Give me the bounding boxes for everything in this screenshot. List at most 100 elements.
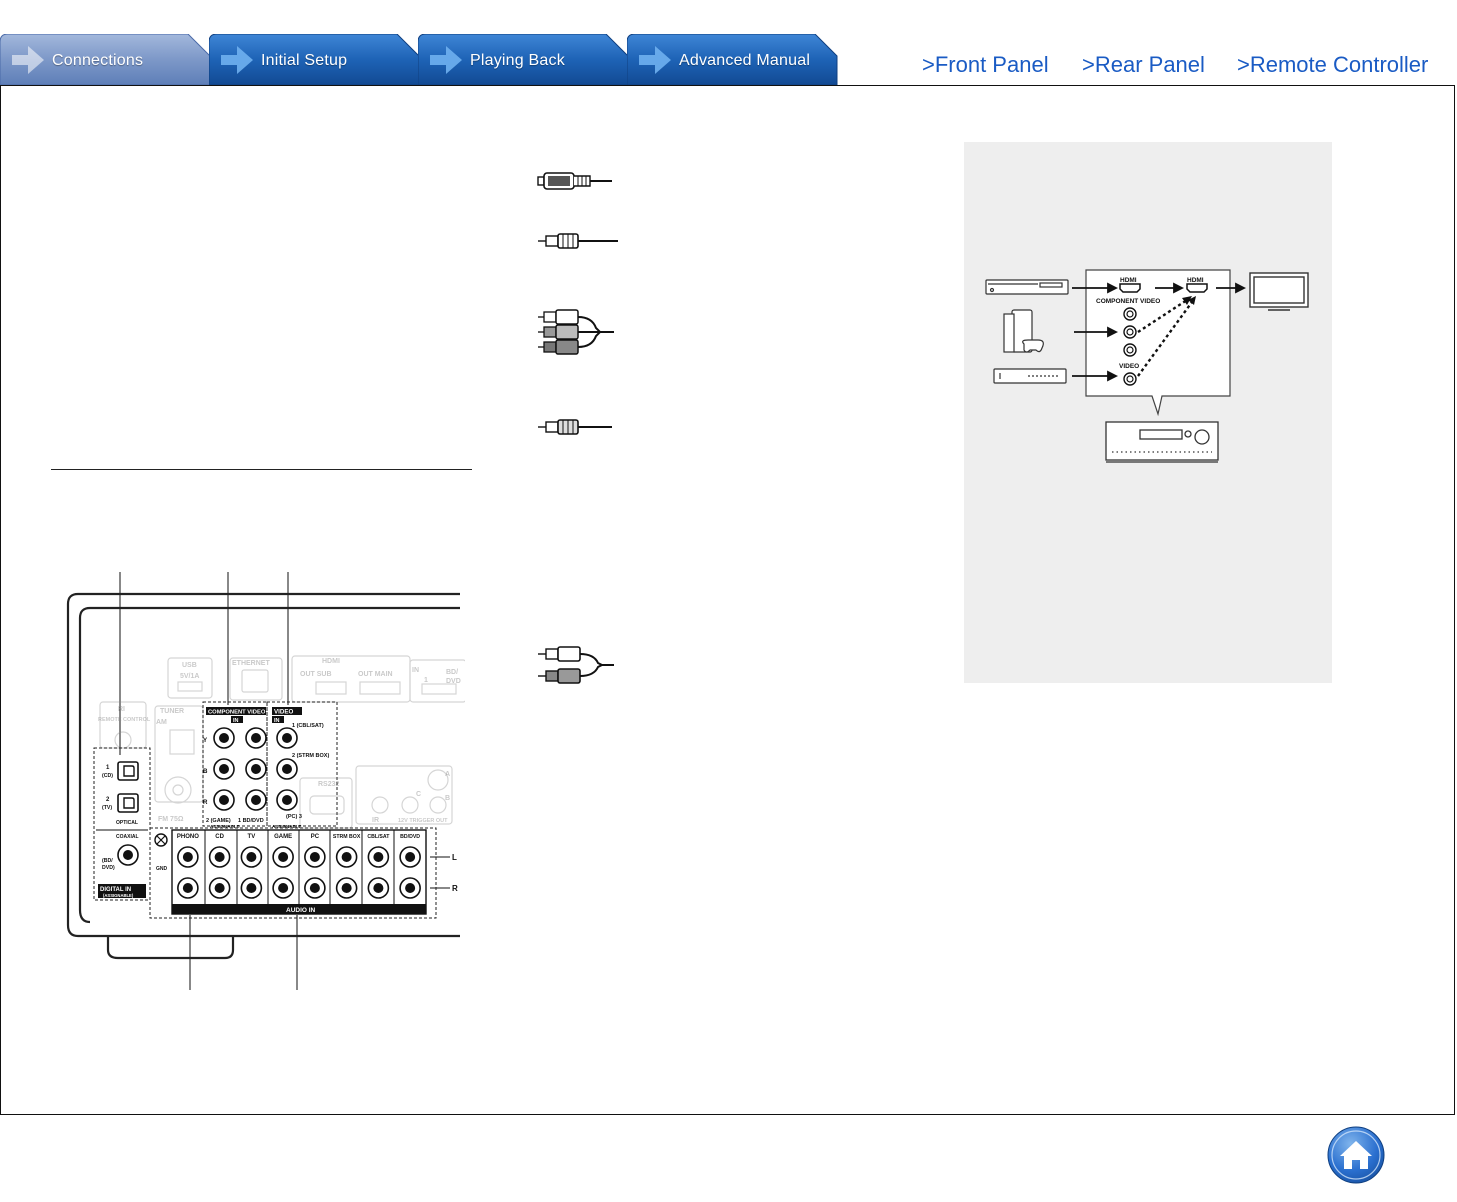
digital-2-label: 2 xyxy=(106,797,110,803)
audio-in-column-label: PHONO xyxy=(177,834,199,840)
digital-1-sub-label: (CD) xyxy=(102,773,113,779)
am-label: AM xyxy=(156,719,167,726)
audio-jack-center xyxy=(405,852,416,862)
rear-panel-link[interactable]: >Rear Panel xyxy=(1082,52,1205,78)
gnd-label: GND xyxy=(156,866,168,872)
audio-jack-center xyxy=(182,883,193,893)
remote-controller-link[interactable]: >Remote Controller xyxy=(1237,52,1428,78)
audio-jack-center xyxy=(341,883,352,893)
component-in-label: IN xyxy=(233,718,239,724)
tab-label: Connections xyxy=(52,52,144,69)
tab-connections[interactable]: Connections xyxy=(0,34,210,85)
hdmi-out-sub-label: OUT SUB xyxy=(300,671,332,678)
hdmi-output-label: HDMI xyxy=(1187,277,1204,284)
rs232-label: RS232 xyxy=(318,781,340,788)
tab-label: Advanced Manual xyxy=(679,52,811,69)
av-receiver-icon xyxy=(1105,421,1219,463)
video-label: VIDEO xyxy=(274,709,293,716)
hdmi-out-main-label: OUT MAIN xyxy=(358,671,393,678)
audio-jack-center xyxy=(278,883,289,893)
tab-advanced-manual[interactable]: Advanced Manual xyxy=(627,34,838,85)
zone-c-label: C xyxy=(416,791,421,798)
analog-audio-cable-icon xyxy=(538,646,614,684)
remote-control-label: REMOTE CONTROL xyxy=(98,717,151,723)
video-cable-icon xyxy=(538,419,612,435)
tv-icon xyxy=(1249,272,1309,311)
trigger-label: 12V TRIGGER OUT xyxy=(398,818,448,824)
audio-jack-center xyxy=(309,852,320,862)
audio-jack-center xyxy=(246,852,257,862)
audio-jack-center xyxy=(182,852,193,862)
section-divider xyxy=(51,469,472,470)
fm-label: FM 75Ω xyxy=(158,816,184,823)
audio-in-column-label: TV xyxy=(248,834,256,840)
tab-initial-setup[interactable]: Initial Setup xyxy=(209,34,419,85)
component-pr-label: R xyxy=(203,799,208,806)
audio-jack-center xyxy=(373,852,384,862)
tab-label: Playing Back xyxy=(470,52,565,69)
set-top-box-icon xyxy=(993,368,1067,384)
component-pb-label: B xyxy=(203,768,208,775)
hdmi-bd-label: BD/ xyxy=(446,669,458,676)
audio-jack-center xyxy=(214,883,225,893)
hdmi-input-label: HDMI xyxy=(1120,277,1137,284)
arrow-right-icon xyxy=(12,46,44,74)
arrow-right-icon xyxy=(221,46,253,74)
zone-a-label: A xyxy=(445,771,450,778)
tab-bar: Connections Initial Setup Playing Back A… xyxy=(0,34,840,85)
zone-b-label: B xyxy=(445,795,450,802)
usb-label: USB xyxy=(182,662,197,669)
front-panel-link[interactable]: >Front Panel xyxy=(922,52,1049,78)
coax-sub2-label: DVD) xyxy=(102,865,115,871)
rear-panel-illustration: USB 5V/1A ETHERNET HDMI OUT SUB OUT MAIN… xyxy=(66,572,465,990)
digital-1-label: 1 xyxy=(106,765,110,771)
optical-label: OPTICAL xyxy=(116,820,138,826)
audio-in-column-label: CD xyxy=(215,834,224,840)
component-video-label: COMPONENT VIDEO xyxy=(208,710,266,716)
video-in-label: IN xyxy=(274,718,280,724)
component-assignable-label: ASSIGNABLE xyxy=(210,824,240,829)
digital-assignable-label: (ASSIGNABLE) xyxy=(103,893,134,898)
coaxial-label: COAXIAL xyxy=(116,834,139,840)
arrow-right-icon xyxy=(639,46,671,74)
audio-jack-center xyxy=(214,852,225,862)
video-assignable-label: ASSIGNABLE xyxy=(272,824,302,829)
component-video-diagram-label: COMPONENT VIDEO xyxy=(1096,298,1160,305)
hdmi-label: HDMI xyxy=(322,658,340,665)
video-2-label: 2 (STRM BOX) xyxy=(292,753,329,759)
component-video-cable-icon xyxy=(538,309,614,355)
audio-jack-center xyxy=(341,852,352,862)
coaxial-cable-icon xyxy=(538,233,618,249)
audio-in-label: AUDIO IN xyxy=(286,907,316,914)
audio-in-column-label: BD/DVD xyxy=(400,834,420,840)
arrow-right-icon xyxy=(430,46,462,74)
ir-label: IR xyxy=(372,817,379,824)
tuner-label: TUNER xyxy=(160,708,184,715)
ethernet-label: ETHERNET xyxy=(232,660,270,667)
audio-in-block: AUDIO IN PHONO CD TV GAME PC STRM BOX CBL/SAT B… xyxy=(171,829,458,915)
hdmi-in-label: IN xyxy=(412,667,419,674)
hdmi-in-1-label: 1 xyxy=(424,677,428,684)
audio-jack-center xyxy=(309,883,320,893)
coax-sub1-label: (BD/ xyxy=(102,858,113,864)
video-3-label: (PC) 3 xyxy=(286,814,302,820)
tab-playing-back[interactable]: Playing Back xyxy=(418,34,628,85)
hdmi-dvd-label: DVD xyxy=(446,678,461,685)
audio-jack-center xyxy=(405,883,416,893)
left-channel-label: L xyxy=(452,853,457,862)
video-signal-diagram: HDMI HDMI COMPONENT VIDEO VIDEO xyxy=(985,269,1309,463)
audio-jack-center xyxy=(246,883,257,893)
audio-in-column-label: STRM BOX xyxy=(333,834,361,840)
right-channel-label: R xyxy=(452,884,458,893)
component-jacks xyxy=(213,727,298,811)
ri-label: RI xyxy=(118,706,125,713)
digital-2-sub-label: (TV) xyxy=(102,805,112,811)
home-button[interactable] xyxy=(1327,1126,1385,1184)
audio-in-column-label: PC xyxy=(311,834,320,840)
optical-cable-icon xyxy=(537,172,612,190)
audio-in-column-label: CBL/SAT xyxy=(367,834,390,840)
video-1-label: 1 (CBL/SAT) xyxy=(292,723,324,729)
audio-jack-center xyxy=(278,852,289,862)
video-diagram-label: VIDEO xyxy=(1119,363,1139,370)
audio-in-column-label: GAME xyxy=(274,834,292,840)
